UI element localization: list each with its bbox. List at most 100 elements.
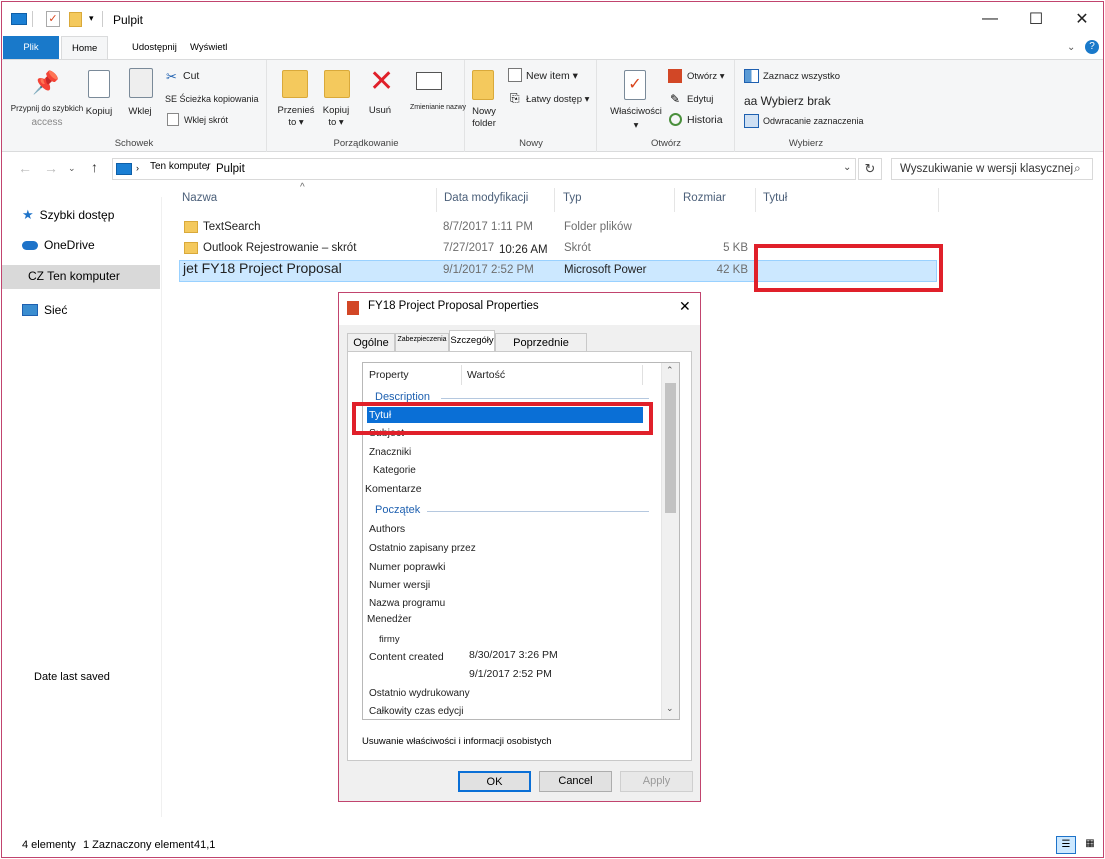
large-icons-view-icon[interactable]: ▦	[1080, 836, 1100, 854]
properties-quick-icon[interactable]: ✓	[46, 11, 60, 27]
scroll-up-icon[interactable]: ⌃	[666, 365, 674, 376]
properties-button[interactable]: Właściwości ▾	[604, 105, 668, 133]
edit-icon: ✎	[670, 92, 681, 106]
tab-previous-versions[interactable]: Poprzednie wersje	[495, 333, 587, 367]
property-row[interactable]: Ostatnio wydrukowany	[369, 688, 470, 699]
open-group-label: Otwórz	[650, 138, 682, 149]
select-all-button[interactable]: Zaznacz wszystko	[763, 71, 840, 82]
column-separator[interactable]	[461, 365, 462, 385]
cancel-button[interactable]: Cancel	[539, 771, 612, 792]
column-name[interactable]: Nazwa	[182, 192, 217, 212]
property-row[interactable]: Kategorie	[373, 465, 416, 476]
col-header-property[interactable]: Property	[369, 369, 409, 381]
file-name[interactable]: TextSearch	[203, 221, 261, 233]
search-box[interactable]: Wyszukiwanie w wersji klasycznej ⌕	[891, 158, 1093, 180]
delete-button[interactable]: Usuń	[364, 105, 396, 116]
property-row[interactable]: Content created	[369, 651, 444, 663]
invert-selection-icon	[744, 114, 759, 128]
paste-button[interactable]: Wklej	[122, 106, 158, 117]
up-button[interactable]: ↑	[91, 159, 98, 175]
paste-shortcut-button[interactable]: Wklej skrót	[184, 115, 228, 125]
nav-onedrive[interactable]: OneDrive	[22, 238, 95, 252]
column-date-modified[interactable]: Data modyfikacji	[444, 192, 528, 212]
property-row[interactable]: Znaczniki	[369, 447, 411, 458]
breadcrumb-this-pc[interactable]: Ten komputer	[150, 161, 211, 172]
property-row[interactable]: Całkowity czas edycji	[369, 706, 463, 717]
property-row[interactable]: Authors	[369, 523, 405, 535]
dialog-title: FY18 Project Proposal Properties	[368, 300, 539, 312]
properties-label: Właściwości	[610, 106, 662, 117]
apply-button[interactable]: Apply	[620, 771, 693, 792]
tab-share[interactable]: Udostępnij	[122, 36, 187, 60]
tab-general[interactable]: Ogólne	[347, 333, 395, 353]
tab-file[interactable]: Plik	[3, 36, 59, 60]
easy-access-button[interactable]: Łatwy dostęp ▾	[526, 94, 589, 105]
file-name[interactable]: jet FY18 Project Proposal	[183, 260, 342, 276]
dialog-close-button[interactable]: ✕	[679, 298, 691, 315]
column-separator[interactable]	[642, 365, 643, 385]
copy-to-button[interactable]: Kopiuj to ▾	[316, 105, 356, 129]
col-header-value[interactable]: Wartość	[467, 369, 505, 381]
address-dropdown-icon[interactable]: ⌄	[843, 162, 851, 173]
column-title[interactable]: Tytuł	[763, 192, 787, 212]
history-button[interactable]: Historia	[687, 114, 723, 126]
nav-network-label: Sieć	[44, 303, 68, 317]
rename-button[interactable]: Zmienianie nazwy	[406, 104, 470, 111]
property-row[interactable]: Numer wersji	[369, 579, 430, 591]
column-separator[interactable]	[674, 188, 675, 212]
property-row[interactable]: Komentarze	[365, 483, 422, 495]
nav-onedrive-label: OneDrive	[44, 238, 95, 252]
quick-access-dropdown-icon[interactable]: ▾	[89, 13, 94, 24]
new-item-button[interactable]: New item ▾	[526, 70, 578, 82]
column-separator[interactable]	[554, 188, 555, 212]
new-folder-button[interactable]: Nowy folder	[466, 106, 502, 130]
property-row[interactable]: Numer poprawki	[369, 561, 445, 573]
file-name[interactable]: Outlook Rejestrowanie – skrót	[203, 242, 356, 254]
column-separator[interactable]	[436, 188, 437, 212]
details-view-icon[interactable]: ☰	[1056, 836, 1076, 854]
recent-locations-dropdown[interactable]: ⌄	[68, 163, 76, 174]
column-type[interactable]: Typ	[563, 192, 582, 212]
address-bar[interactable]: › Ten komputer › Pulpit ⌄	[112, 158, 856, 180]
copy-button[interactable]: Kopiuj	[82, 106, 116, 117]
minimize-button[interactable]: —	[967, 2, 1013, 36]
property-row[interactable]: Ostatnio zapisany przez	[369, 543, 476, 554]
property-row[interactable]: Menedżer	[367, 614, 411, 625]
edit-button[interactable]: Edytuj	[687, 94, 713, 105]
column-separator[interactable]	[755, 188, 756, 212]
new-folder-quick-icon[interactable]	[69, 12, 82, 27]
close-button[interactable]: ✕	[1059, 2, 1103, 36]
column-size[interactable]: Rozmiar	[683, 192, 726, 212]
invert-selection-button[interactable]: Odwracanie zaznaczenia	[763, 116, 864, 126]
tab-home[interactable]: Home	[61, 36, 109, 60]
property-row[interactable]: Nazwa programu	[369, 598, 445, 609]
tab-security[interactable]: Zabezpieczenia	[395, 333, 449, 353]
select-none-button[interactable]: aa Wybierz brak	[744, 94, 831, 108]
forward-button[interactable]: →	[44, 160, 58, 176]
open-button[interactable]: Otwórz ▾	[687, 71, 725, 82]
status-item-count: 4 elementy	[22, 839, 76, 851]
back-button[interactable]: ←	[18, 160, 32, 176]
tab-details[interactable]: Szczegóły	[449, 330, 495, 353]
ribbon-collapse-icon[interactable]: ⌄	[1067, 42, 1075, 53]
column-separator[interactable]	[938, 188, 939, 212]
move-to-button[interactable]: Przenieś to ▾	[276, 105, 316, 129]
breadcrumb-desktop[interactable]: Pulpit	[216, 163, 245, 175]
pin-quick-access-button[interactable]: Przypnij do szybkich access	[10, 104, 84, 128]
ribbon: 📌 Przypnij do szybkich access Kopiuj Wkl…	[2, 59, 1103, 152]
help-icon[interactable]: ?	[1085, 40, 1099, 54]
scrollbar-thumb[interactable]	[665, 383, 676, 513]
nav-this-pc[interactable]: CZ Ten komputer	[28, 269, 120, 283]
nav-quick-access[interactable]: ★ Szybki dostęp	[22, 207, 114, 223]
nav-network[interactable]: Sieć	[22, 303, 67, 317]
cut-button[interactable]: Cut	[183, 70, 199, 82]
refresh-button[interactable]: ↻	[858, 158, 882, 180]
maximize-button[interactable]: ☐	[1013, 2, 1059, 36]
copy-path-button[interactable]: SE Ścieżka kopiowania	[165, 94, 259, 104]
property-row[interactable]: firmy	[379, 634, 400, 645]
vertical-scrollbar[interactable]: ⌃ ⌄	[661, 363, 679, 719]
tab-view[interactable]: Wyświetl	[180, 36, 237, 60]
remove-properties-link[interactable]: Usuwanie właściwości i informacji osobis…	[362, 736, 552, 747]
scroll-down-icon[interactable]: ⌄	[666, 703, 674, 714]
ok-button[interactable]: OK	[458, 771, 531, 792]
